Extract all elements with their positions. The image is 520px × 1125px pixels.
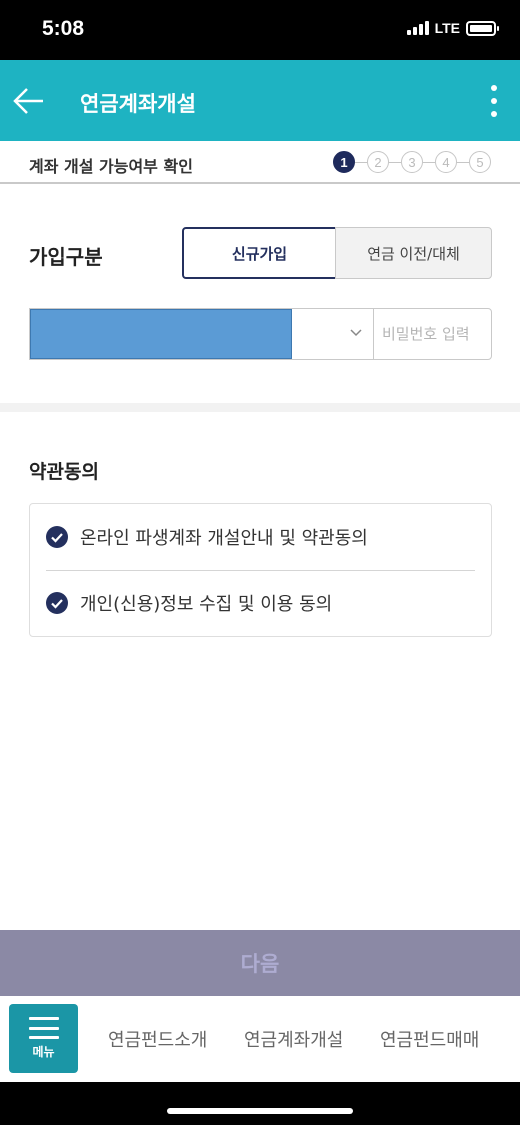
app-header: 연금계좌개설 bbox=[0, 60, 520, 141]
menu-label: 메뉴 bbox=[32, 1045, 55, 1059]
account-number-redacted bbox=[30, 309, 292, 359]
more-vertical-icon[interactable] bbox=[480, 82, 508, 120]
check-circle-icon[interactable] bbox=[46, 526, 68, 548]
terms-title: 약관동의 bbox=[29, 461, 99, 483]
next-button[interactable]: 다음 bbox=[0, 930, 520, 996]
transfer-button[interactable]: 연금 이전/대체 bbox=[335, 227, 492, 279]
step-4: 4 bbox=[435, 151, 457, 173]
section-divider bbox=[0, 403, 520, 412]
step-1: 1 bbox=[333, 151, 355, 173]
bottom-nav: 메뉴 연금펀드소개 연금계좌개설 연금펀드매매 bbox=[0, 996, 520, 1082]
nav-fund-trade[interactable]: 연금펀드매매 bbox=[380, 1026, 479, 1052]
home-indicator[interactable] bbox=[167, 1108, 353, 1114]
network-label: LTE bbox=[434, 20, 460, 36]
status-bar: 5:08 LTE bbox=[0, 0, 520, 60]
step-title: 계좌 개설 가능여부 확인 bbox=[29, 157, 193, 176]
term-label: 온라인 파생계좌 개설안내 및 약관동의 bbox=[80, 528, 368, 549]
check-circle-icon[interactable] bbox=[46, 592, 68, 614]
step-5: 5 bbox=[469, 151, 491, 173]
arrow-left-icon bbox=[13, 88, 43, 114]
hamburger-icon bbox=[28, 1017, 59, 1039]
terms-box: 온라인 파생계좌 개설안내 및 약관동의 개인(신용)정보 수집 및 이용 동의 bbox=[29, 503, 492, 637]
term-label: 개인(신용)정보 수집 및 이용 동의 bbox=[80, 594, 333, 615]
chevron-down-icon bbox=[350, 329, 362, 337]
new-join-button[interactable]: 신규가입 bbox=[182, 227, 337, 279]
step-3: 3 bbox=[401, 151, 423, 173]
nav-account-open[interactable]: 연금계좌개설 bbox=[244, 1026, 343, 1052]
signal-icon bbox=[406, 21, 429, 35]
nav-fund-intro[interactable]: 연금펀드소개 bbox=[108, 1026, 207, 1052]
step-2: 2 bbox=[367, 151, 389, 173]
battery-icon bbox=[466, 20, 499, 36]
main-content: 계좌 개설 가능여부 확인 1 2 3 4 5 가입구분 신규가입 연금 이전/… bbox=[0, 141, 520, 930]
account-select[interactable] bbox=[29, 308, 374, 360]
step-progress-bar: 계좌 개설 가능여부 확인 1 2 3 4 5 bbox=[0, 141, 520, 184]
term-item-online-derivatives[interactable]: 온라인 파생계좌 개설안내 및 약관동의 bbox=[46, 524, 368, 550]
step-indicator: 1 2 3 4 5 bbox=[333, 151, 491, 173]
back-button[interactable] bbox=[10, 82, 48, 120]
join-type-label: 가입구분 bbox=[29, 245, 103, 269]
menu-button[interactable]: 메뉴 bbox=[9, 1004, 78, 1073]
term-divider bbox=[46, 570, 475, 571]
term-item-personal-info[interactable]: 개인(신용)정보 수집 및 이용 동의 bbox=[46, 590, 332, 616]
home-area bbox=[0, 1082, 520, 1125]
password-input[interactable] bbox=[373, 308, 492, 360]
page-title: 연금계좌개설 bbox=[80, 92, 196, 116]
status-indicators: LTE bbox=[406, 20, 499, 36]
status-time: 5:08 bbox=[42, 17, 85, 40]
